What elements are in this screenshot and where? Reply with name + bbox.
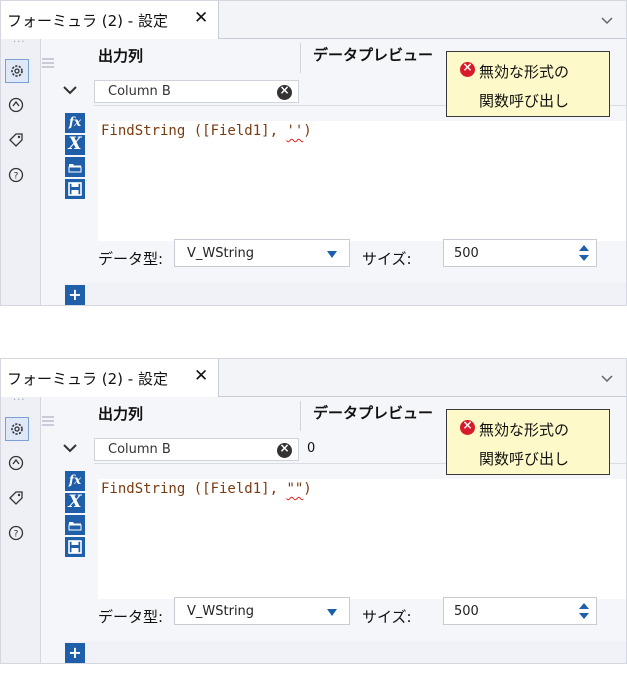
tab-formula-settings[interactable]: フォーミュラ (2) - 設定 ✕ [1, 1, 219, 39]
chevron-down-icon[interactable] [600, 13, 614, 27]
tab-bar: フォーミュラ (2) - 設定 ✕ [1, 359, 626, 397]
data-preview-header: データプレビュー [313, 404, 434, 422]
output-column-header: 出力列 [98, 405, 144, 423]
drag-handle-icon[interactable]: ··· [13, 37, 26, 48]
error-tooltip: × 無効な形式の 関数呼び出し [446, 51, 610, 117]
close-icon[interactable]: ✕ [194, 366, 208, 386]
syntax-error-token: '' [286, 123, 304, 139]
gear-icon[interactable] [5, 417, 29, 441]
add-row: + [65, 641, 626, 663]
variable-x-icon[interactable]: X [65, 135, 85, 155]
expression-text: FindString ([Field1], '') [101, 123, 312, 139]
size-input[interactable]: 500 [443, 239, 597, 267]
hamburger-icon[interactable] [41, 56, 55, 70]
size-value: 500 [454, 604, 479, 619]
close-icon[interactable]: ✕ [194, 8, 208, 28]
data-type-value: V_WString [187, 246, 255, 261]
error-tooltip: × 無効な形式の 関数呼び出し [446, 409, 610, 475]
error-icon: × [460, 418, 475, 435]
expression-editor[interactable]: FindString ([Field1], '') [98, 121, 626, 241]
size-input[interactable]: 500 [443, 597, 597, 625]
navigate-icon[interactable] [5, 94, 29, 118]
output-column-field[interactable]: Column B × [94, 438, 299, 461]
side-toolbar: ··· ? [1, 37, 41, 305]
add-row: + [65, 283, 626, 305]
tooltip-line-1: 無効な形式の [479, 63, 570, 81]
formula-config-panel-1: フォーミュラ (2) - 設定 ✕ ··· ? 出力列 データプレビュー Col… [0, 0, 627, 306]
save-icon[interactable] [65, 537, 85, 557]
svg-text:?: ? [14, 530, 19, 540]
column-separator [300, 401, 301, 431]
data-type-value: V_WString [187, 604, 255, 619]
size-value: 500 [454, 246, 479, 261]
chevron-down-icon[interactable] [63, 443, 77, 453]
size-label: サイズ: [362, 608, 412, 626]
add-icon[interactable]: + [65, 285, 85, 305]
spinner-icon[interactable] [578, 602, 590, 620]
fx-icon[interactable]: fx [65, 113, 85, 133]
open-folder-icon[interactable] [65, 157, 85, 177]
data-type-select[interactable]: V_WString [174, 239, 350, 267]
chevron-down-icon[interactable] [600, 371, 614, 385]
tooltip-line-2: 関数呼び出し [479, 450, 570, 468]
fx-icon[interactable]: fx [65, 471, 85, 491]
column-name-value: Column B [108, 442, 171, 457]
error-icon: × [460, 60, 475, 77]
data-type-label: データ型: [98, 250, 164, 268]
data-type-label: データ型: [98, 608, 164, 626]
tooltip-line-2: 関数呼び出し [479, 92, 570, 110]
data-preview-header: データプレビュー [313, 46, 434, 64]
size-label: サイズ: [362, 250, 412, 268]
add-icon[interactable]: + [65, 643, 85, 663]
help-icon[interactable]: ? [5, 522, 29, 546]
chevron-down-icon[interactable] [63, 85, 77, 95]
hamburger-icon[interactable] [41, 414, 55, 428]
column-separator [300, 43, 301, 73]
variable-x-icon[interactable]: X [65, 493, 85, 513]
tag-icon[interactable] [5, 487, 29, 511]
tag-icon[interactable] [5, 129, 29, 153]
tab-title: フォーミュラ (2) - 設定 [7, 12, 168, 30]
help-icon[interactable]: ? [5, 164, 29, 188]
formula-config-panel-2: フォーミュラ (2) - 設定 ✕ ··· ? 出力列 データプレビュー Col… [0, 358, 627, 664]
save-icon[interactable] [65, 179, 85, 199]
expression-text: FindString ([Field1], "") [101, 481, 312, 497]
preview-value: 0 [307, 441, 316, 456]
tooltip-line-1: 無効な形式の [479, 421, 570, 439]
clear-icon[interactable]: × [277, 83, 292, 100]
dropdown-arrow-icon [327, 609, 337, 616]
spinner-icon[interactable] [578, 244, 590, 262]
tab-formula-settings[interactable]: フォーミュラ (2) - 設定 ✕ [1, 359, 219, 397]
data-type-select[interactable]: V_WString [174, 597, 350, 625]
tab-bar: フォーミュラ (2) - 設定 ✕ [1, 1, 626, 39]
clear-icon[interactable]: × [277, 441, 292, 458]
side-toolbar: ··· ? [1, 395, 41, 663]
gear-icon[interactable] [5, 59, 29, 83]
output-column-field[interactable]: Column B × [94, 80, 299, 103]
expression-editor[interactable]: FindString ([Field1], "") [98, 479, 626, 599]
dropdown-arrow-icon [327, 251, 337, 258]
output-column-header: 出力列 [98, 47, 144, 65]
open-folder-icon[interactable] [65, 515, 85, 535]
navigate-icon[interactable] [5, 452, 29, 476]
column-name-value: Column B [108, 84, 171, 99]
svg-text:?: ? [14, 172, 19, 182]
drag-handle-icon[interactable]: ··· [13, 395, 26, 406]
tab-title: フォーミュラ (2) - 設定 [7, 370, 168, 388]
syntax-error-token: "" [286, 481, 304, 497]
